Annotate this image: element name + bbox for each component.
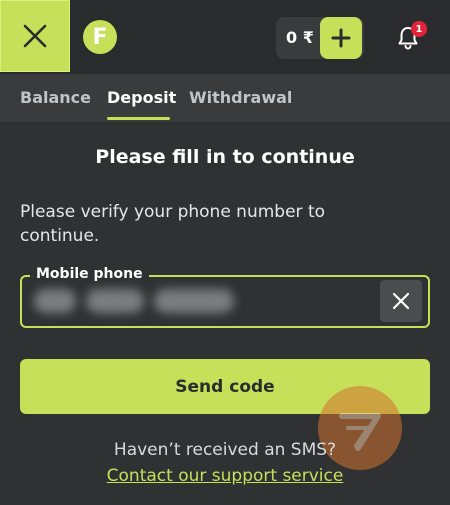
brand-logo: F [83,20,117,54]
active-tab-indicator [107,117,170,120]
add-funds-button[interactable] [320,17,362,59]
balance-amount: 0 ₹ [286,28,314,47]
tab-bar: Balance Deposit Withdrawal [0,74,450,122]
contact-support-link[interactable]: Contact our support service [0,466,450,486]
plus-icon [331,28,351,48]
close-icon [23,24,47,48]
mobile-phone-label: Mobile phone [30,265,149,283]
clear-icon [392,292,410,310]
currency-symbol: ₹ [302,28,314,47]
verify-instruction: Please verify your phone number to conti… [20,202,326,246]
tab-withdrawal[interactable]: Withdrawal [189,74,292,122]
form-title: Please fill in to continue [95,146,355,168]
tab-balance[interactable]: Balance [20,74,91,122]
sms-not-received-text: Haven’t received an SMS? [113,440,337,460]
notification-badge: 1 [411,21,427,37]
clear-phone-button[interactable] [380,280,422,322]
close-button[interactable] [0,0,70,72]
tab-deposit[interactable]: Deposit [107,74,176,122]
mobile-phone-input[interactable] [30,285,240,317]
